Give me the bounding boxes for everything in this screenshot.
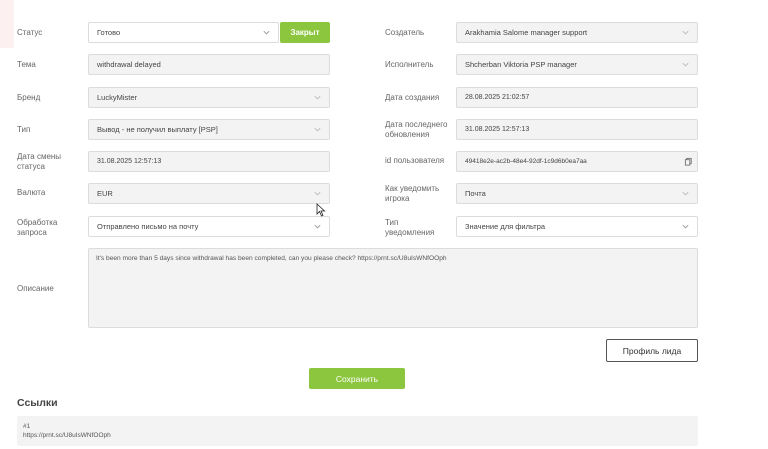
type-select[interactable]: Вывод - не получил выплату [PSP] bbox=[88, 119, 330, 140]
assignee-value: Shcherban Viktoria PSP manager bbox=[465, 60, 577, 69]
mouse-cursor-icon bbox=[316, 203, 326, 217]
brand-value: LuckyMister bbox=[97, 93, 138, 102]
status-change-date-label: Дата смены статуса bbox=[17, 152, 62, 171]
brand-select[interactable]: LuckyMister bbox=[88, 87, 330, 108]
left-edge-highlight bbox=[0, 0, 14, 48]
description-textarea[interactable] bbox=[88, 248, 698, 328]
notify-player-value: Почта bbox=[465, 189, 486, 198]
user-id-label: id пользователя bbox=[385, 156, 445, 165]
chevron-down-icon bbox=[262, 28, 271, 37]
currency-label: Валюта bbox=[17, 188, 46, 197]
chevron-down-icon bbox=[681, 189, 690, 198]
lead-profile-button[interactable]: Профиль лида bbox=[606, 339, 698, 362]
currency-value: EUR bbox=[97, 189, 113, 198]
notification-type-placeholder: Значение для фильтра bbox=[465, 222, 546, 231]
chevron-down-icon bbox=[313, 222, 322, 231]
notification-type-select[interactable]: Значение для фильтра bbox=[456, 216, 698, 237]
user-id-value: 49418e2e-ac2b-48e4-92df-1c9d6b0ea7aa bbox=[465, 158, 587, 165]
status-change-date-value: 31.08.2025 12:57:13 bbox=[97, 158, 162, 165]
last-updated-value: 31.08.2025 12:57:13 bbox=[465, 126, 530, 133]
subject-field[interactable]: withdrawal delayed bbox=[88, 54, 330, 75]
notify-player-select[interactable]: Почта bbox=[456, 183, 698, 204]
chevron-down-icon bbox=[313, 93, 322, 102]
created-date-label: Дата создания bbox=[385, 93, 440, 102]
notify-player-label: Как уведомить игрока bbox=[385, 184, 440, 203]
created-date-field[interactable]: 28.08.2025 21:02:57 bbox=[456, 87, 698, 108]
close-status-button[interactable]: Закрыт bbox=[280, 22, 330, 43]
chevron-down-icon bbox=[681, 222, 690, 231]
links-list: #1 https://prnt.sc/U8uIsWNfOOph bbox=[17, 416, 698, 446]
creator-label: Создатель bbox=[385, 28, 425, 37]
chevron-down-icon bbox=[681, 60, 690, 69]
creator-value: Arakhamia Salome manager support bbox=[465, 28, 588, 37]
request-processing-select[interactable]: Отправлено письмо на почту bbox=[88, 216, 330, 237]
type-label: Тип bbox=[17, 125, 31, 134]
links-section-title: Ссылки bbox=[17, 397, 58, 409]
brand-label: Бренд bbox=[17, 93, 41, 102]
status-change-date-field[interactable]: 31.08.2025 12:57:13 bbox=[88, 151, 330, 172]
link-url[interactable]: https://prnt.sc/U8uIsWNfOOph bbox=[23, 431, 692, 440]
assignee-label: Исполнитель bbox=[385, 60, 434, 69]
notification-type-label: Тип уведомления bbox=[385, 218, 435, 237]
save-button[interactable]: Сохранить bbox=[309, 368, 405, 389]
assignee-select[interactable]: Shcherban Viktoria PSP manager bbox=[456, 54, 698, 75]
status-select[interactable]: Готово bbox=[88, 22, 279, 43]
last-updated-field[interactable]: 31.08.2025 12:57:13 bbox=[456, 119, 698, 140]
currency-select[interactable]: EUR bbox=[88, 183, 330, 204]
user-id-field[interactable]: 49418e2e-ac2b-48e4-92df-1c9d6b0ea7aa bbox=[456, 151, 698, 172]
creator-select[interactable]: Arakhamia Salome manager support bbox=[456, 22, 698, 43]
copy-icon[interactable] bbox=[684, 157, 693, 166]
subject-label: Тема bbox=[17, 60, 36, 69]
description-label: Описание bbox=[17, 284, 54, 293]
subject-value: withdrawal delayed bbox=[97, 60, 161, 69]
status-value: Готово bbox=[97, 28, 121, 37]
type-value: Вывод - не получил выплату [PSP] bbox=[97, 125, 218, 134]
chevron-down-icon bbox=[313, 189, 322, 198]
request-processing-label: Обработка запроса bbox=[17, 218, 58, 237]
chevron-down-icon bbox=[681, 28, 690, 37]
request-processing-value: Отправлено письмо на почту bbox=[97, 222, 199, 231]
status-label: Статус bbox=[17, 28, 43, 37]
link-index: #1 bbox=[23, 423, 31, 430]
last-updated-label: Дата последнего обновления bbox=[385, 120, 448, 139]
chevron-down-icon bbox=[313, 125, 322, 134]
created-date-value: 28.08.2025 21:02:57 bbox=[465, 94, 530, 101]
